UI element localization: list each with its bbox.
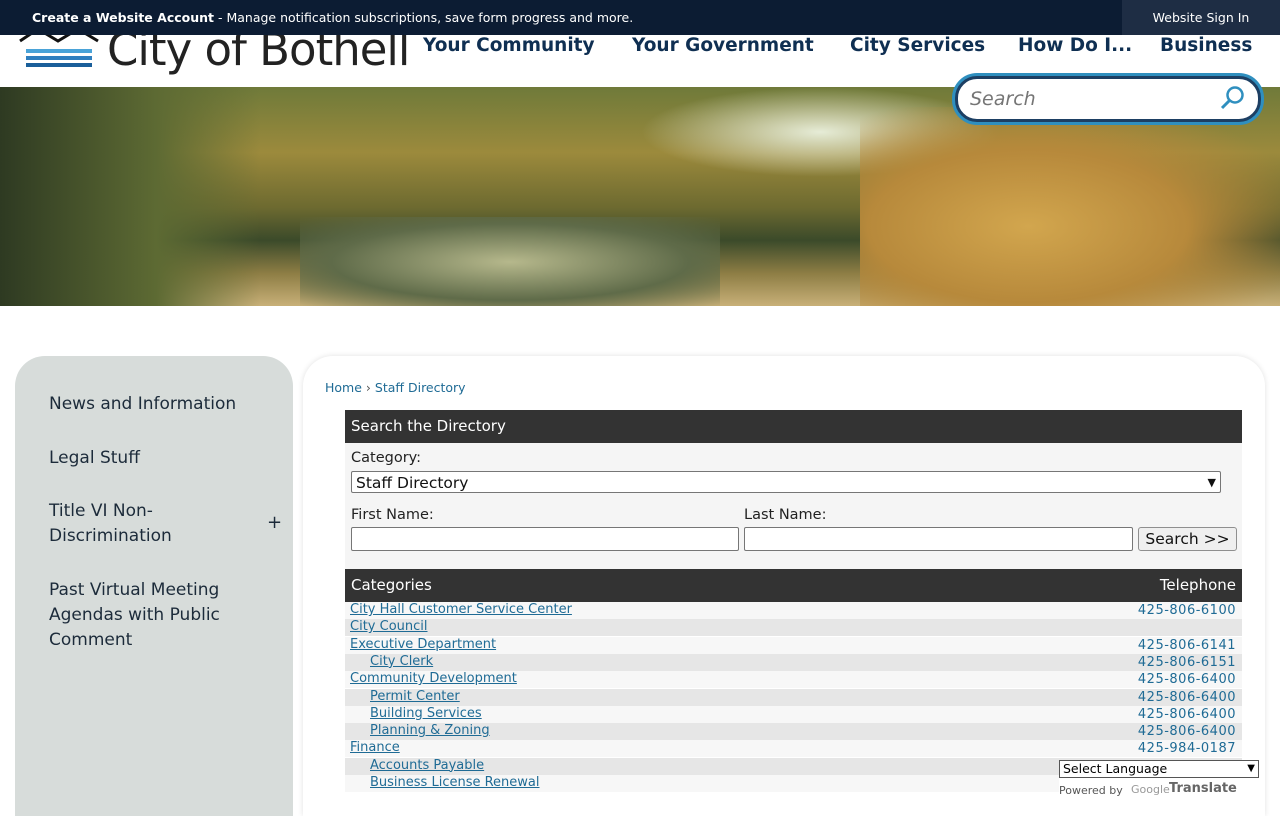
sidebar-item-news[interactable]: News and Information <box>49 392 236 417</box>
category-label: Category: <box>351 450 422 466</box>
category-link[interactable]: Finance <box>350 740 400 755</box>
telephone-link[interactable]: 425-806-6400 <box>1138 724 1236 739</box>
category-select-value: Staff Directory <box>356 474 469 492</box>
categories-table-header: Categories Telephone <box>345 569 1242 602</box>
telephone-link[interactable]: 425-806-6400 <box>1138 672 1236 687</box>
last-name-input[interactable] <box>744 527 1133 551</box>
sidebar-nav: News and Information Legal Stuff Title V… <box>15 356 293 816</box>
nav-how-do-i[interactable]: How Do I... <box>1018 35 1132 56</box>
telephone-link[interactable]: 425-806-6400 <box>1138 707 1236 722</box>
breadcrumb-separator: › <box>365 380 371 395</box>
first-name-label: First Name: <box>351 507 434 523</box>
table-row: City Hall Customer Service Center 425-806… <box>345 602 1242 619</box>
category-link[interactable]: City Council <box>350 619 428 634</box>
categories-column-header: Categories <box>351 576 432 594</box>
telephone-link[interactable]: 425-806-6141 <box>1138 638 1236 653</box>
site-logo-text[interactable]: City of Bothell <box>107 35 410 76</box>
category-link[interactable]: Business License Renewal <box>370 775 540 790</box>
nav-city-services[interactable]: City Services <box>850 35 985 56</box>
category-link[interactable]: Planning & Zoning <box>370 723 490 738</box>
directory-search-title: Search the Directory <box>351 417 506 435</box>
chevron-down-icon: ▼ <box>1247 763 1255 774</box>
nav-business[interactable]: Business <box>1160 35 1252 56</box>
category-link[interactable]: Building Services <box>370 706 482 721</box>
table-row: City Council <box>345 619 1242 637</box>
table-row: Building Services 425-806-6400 <box>345 705 1242 723</box>
sidebar-item-legal[interactable]: Legal Stuff <box>49 446 140 471</box>
google-logo: Google <box>1131 783 1170 796</box>
directory-search-header: Search the Directory <box>345 410 1242 443</box>
create-account-message[interactable]: Create a Website Account - Manage notifi… <box>32 10 633 25</box>
breadcrumb-home[interactable]: Home <box>325 380 362 395</box>
translate-widget: Select Language ▼ Powered by Google Tran… <box>1059 760 1260 800</box>
category-link[interactable]: Permit Center <box>370 689 460 704</box>
category-link[interactable]: Community Development <box>350 671 517 686</box>
table-row: Executive Department 425-806-6141 <box>345 636 1242 654</box>
table-row: Planning & Zoning 425-806-6400 <box>345 723 1242 741</box>
telephone-link[interactable]: 425-806-6151 <box>1138 655 1236 670</box>
breadcrumb-current[interactable]: Staff Directory <box>375 380 466 395</box>
category-link[interactable]: City Clerk <box>370 654 433 669</box>
powered-by-text: Powered by <box>1059 784 1123 797</box>
translate-link[interactable]: Translate <box>1169 781 1237 796</box>
nav-your-community[interactable]: Your Community <box>423 35 595 56</box>
telephone-link[interactable]: 425-984-0187 <box>1138 741 1236 756</box>
table-row: Community Development 425-806-6400 <box>345 671 1242 689</box>
telephone-link[interactable]: 425-806-6100 <box>1138 603 1236 618</box>
category-link[interactable]: City Hall Customer Service Center <box>350 602 572 617</box>
search-input[interactable] <box>968 83 1212 115</box>
nav-your-government[interactable]: Your Government <box>632 35 814 56</box>
first-name-input[interactable] <box>351 527 739 551</box>
language-select-value: Select Language <box>1063 761 1168 776</box>
telephone-link[interactable]: 425-806-6400 <box>1138 690 1236 705</box>
expand-plus-icon[interactable]: + <box>267 512 282 533</box>
search-icon[interactable] <box>1220 85 1246 111</box>
search-button[interactable]: Search >> <box>1138 527 1237 551</box>
last-name-label: Last Name: <box>744 507 827 523</box>
category-select[interactable]: Staff Directory ▼ <box>351 471 1221 493</box>
table-row: City Clerk 425-806-6151 <box>345 653 1242 671</box>
table-row: Permit Center 425-806-6400 <box>345 688 1242 706</box>
sign-in-button[interactable]: Website Sign In <box>1122 0 1280 35</box>
breadcrumb: Home › Staff Directory <box>325 380 466 395</box>
top-bar: Create a Website Account - Manage notifi… <box>0 0 1280 35</box>
create-account-link[interactable]: Create a Website Account <box>32 10 214 25</box>
language-select[interactable]: Select Language ▼ <box>1059 760 1259 778</box>
site-search <box>955 76 1261 122</box>
sidebar-item-virtual-meetings[interactable]: Past Virtual Meeting Agendas with Public… <box>49 578 249 653</box>
chevron-down-icon: ▼ <box>1207 476 1216 489</box>
table-row: Finance 425-984-0187 <box>345 740 1242 758</box>
category-link[interactable]: Accounts Payable <box>370 758 484 773</box>
bridge-logo-icon[interactable] <box>18 35 100 73</box>
category-link[interactable]: Executive Department <box>350 637 496 652</box>
telephone-column-header: Telephone <box>1159 576 1236 594</box>
sidebar-item-title-vi[interactable]: Title VI Non-Discrimination <box>49 499 219 549</box>
create-account-description: - Manage notification subscriptions, sav… <box>214 10 634 25</box>
